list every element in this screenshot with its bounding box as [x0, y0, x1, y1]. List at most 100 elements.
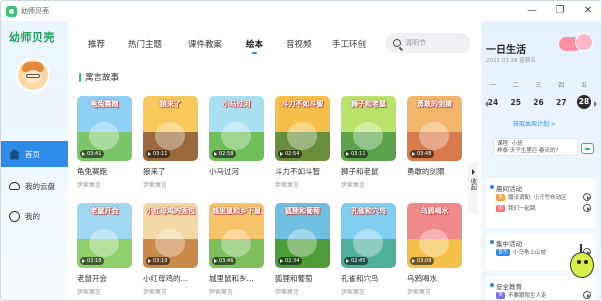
title-bar: 幼师贝壳 — ❐ ✕: [1, 1, 601, 21]
activity-title: 晨间活动: [496, 185, 522, 193]
book-cover[interactable]: 小马过河 02:58: [209, 96, 264, 161]
book-title[interactable]: 小马过河: [209, 166, 264, 177]
book-cover[interactable]: 龟兔赛跑 03:41: [77, 96, 132, 161]
search-box[interactable]: [385, 33, 470, 53]
day-number[interactable]: 27: [554, 98, 568, 109]
duration-badge: 03:19: [146, 257, 171, 265]
user-icon: [9, 210, 20, 222]
book-title[interactable]: 小红母鸡的...: [143, 273, 198, 284]
book-title[interactable]: 勇敢的剑猬: [407, 166, 462, 177]
duration-badge: 02:45: [344, 257, 369, 265]
activity-item[interactable]: 鱼魔法调配: 小汗竹布动区: [496, 193, 567, 201]
book-card[interactable]: 狐狸和葡萄 02:34 狐狸和葡萄伊索寓言: [275, 203, 330, 296]
edit-icon[interactable]: [581, 143, 594, 154]
duration-badge: 03:11: [344, 150, 369, 158]
minimize-icon[interactable]: —: [525, 4, 539, 18]
day-number-selected[interactable]: 28: [577, 95, 591, 109]
restore-icon[interactable]: ❐: [553, 4, 567, 18]
book-card[interactable]: 城里鼠和乡下鼠 03:46 城里鼠和乡... 伊索寓言: [209, 203, 264, 296]
section-title: 寓言故事: [79, 71, 119, 83]
panel-title: 一日生活: [486, 45, 526, 56]
duration-text: 03:41: [87, 151, 102, 157]
book-cover[interactable]: 孔雀和穴鸟 02:45: [341, 203, 396, 268]
book-cover[interactable]: 狮子和老鼠 03:11: [341, 96, 396, 161]
book-card[interactable]: 斗力不如斗智 02:54 斗力不如斗智 伊索寓言: [275, 96, 330, 189]
book-cover[interactable]: 勇敢的剑猬 03:48: [407, 96, 462, 161]
mascot-assistant[interactable]: [566, 244, 598, 284]
book-cover[interactable]: 狼来了 03:11: [143, 96, 198, 161]
book-title[interactable]: 乌鸦喝水: [407, 273, 462, 284]
day-number[interactable]: 24: [486, 98, 500, 109]
chevron-right-icon[interactable]: [594, 101, 597, 107]
sidebar-item-label: 首页: [25, 149, 40, 159]
activity-item[interactable]: 团我们一起跳: [496, 204, 536, 212]
cover-title: 乌鸦喝水: [420, 207, 449, 215]
duration-badge: 02:34: [278, 257, 303, 265]
cover-title: 孔雀和穴鸟: [351, 207, 386, 215]
activity-text: 小乌龟上山坡: [513, 250, 547, 256]
duration-text: 02:58: [219, 151, 234, 157]
cover-title: 狮子和老鼠: [351, 100, 386, 108]
play-icon: [148, 152, 151, 156]
search-input[interactable]: [405, 39, 465, 47]
activity-item[interactable]: 音乐 小乌龟上山坡: [496, 248, 546, 256]
book-card[interactable]: 勇敢的剑猬 03:48 勇敢的剑猬: [407, 96, 462, 180]
duration-text: 02:54: [285, 151, 300, 157]
book-cover[interactable]: 乌鸦喝水 03:09: [407, 203, 462, 268]
day-number[interactable]: 25: [509, 98, 523, 109]
activity-card[interactable]: 晨间活动鱼魔法调配: 小汗竹布动区团我们一起跳: [486, 178, 596, 228]
play-icon: [82, 259, 85, 263]
collapse-panel-button[interactable]: 收起: [468, 163, 478, 213]
tab-audio-video[interactable]: 音视频: [286, 38, 312, 50]
book-card[interactable]: 孔雀和穴鸟 02:45 孔雀和穴鸟 伊索寓言: [341, 203, 396, 296]
tab-courseware[interactable]: 课件教案: [188, 38, 222, 50]
book-card[interactable]: 小红母鸡的面包 03:19 小红母鸡的... 伊索寓言: [143, 203, 198, 296]
sidebar-item-me[interactable]: 我的: [1, 203, 68, 229]
play-icon: [280, 259, 283, 263]
tab-picture-books[interactable]: 绘本: [246, 38, 263, 54]
book-cover[interactable]: 小红母鸡的面包 03:19: [143, 203, 198, 268]
home-icon: [9, 149, 20, 160]
book-card[interactable]: 小马过河 02:58 小马过河: [209, 96, 264, 180]
book-publisher: 伊索寓言: [77, 289, 102, 296]
book-cover[interactable]: 狐狸和葡萄 02:34: [275, 203, 330, 268]
duration-badge: 03:11: [146, 150, 171, 158]
book-card[interactable]: 老鼠开会 03:18 老鼠开会伊索寓言: [77, 203, 132, 296]
book-title[interactable]: 老鼠开会: [77, 273, 132, 284]
duration-text: 02:34: [285, 258, 300, 264]
book-card[interactable]: 狼来了 03:11 狼来了 伊索寓言: [143, 96, 198, 189]
lesson-chip[interactable]: 课程: 小班 林泰·天子生里巨·春天的?: [493, 138, 578, 156]
sidebar-item-cloud[interactable]: 我的云盘: [1, 173, 68, 199]
book-publisher: 伊索寓言: [275, 289, 300, 296]
book-cover[interactable]: 城里鼠和乡下鼠 03:46: [209, 203, 264, 268]
book-title[interactable]: 斗力不如斗智: [275, 166, 330, 177]
play-circle-icon[interactable]: [583, 204, 591, 212]
tab-handcraft[interactable]: 手工环创: [332, 38, 366, 50]
main-content: 推荐 热门主题 课件教案 绘本 音视频 手工环创 寓言故事 龟兔赛跑03:41龟…: [68, 21, 478, 300]
day-number[interactable]: 26: [532, 98, 546, 109]
weekly-plan-link[interactable]: 获取本周计划 >: [513, 119, 556, 128]
book-title[interactable]: 狮子和老鼠: [341, 166, 396, 177]
activity-tag: 安: [496, 291, 506, 299]
tab-recommend[interactable]: 推荐: [88, 38, 105, 50]
avatar[interactable]: [16, 58, 50, 92]
section-marker: [79, 72, 81, 82]
activity-item[interactable]: 安不要跟陌生人走: [496, 291, 547, 299]
book-title[interactable]: 孔雀和穴鸟: [341, 273, 396, 284]
play-circle-icon[interactable]: [583, 193, 591, 201]
sidebar-item-home[interactable]: 首页: [1, 141, 68, 167]
book-card[interactable]: 龟兔赛跑 03:41 龟兔赛跑 伊索寓言: [77, 96, 132, 189]
book-title[interactable]: 狼来了: [143, 166, 198, 177]
play-circle-icon[interactable]: [583, 291, 591, 299]
tab-hot-topics[interactable]: 热门主题: [128, 38, 162, 50]
duration-badge: 03:18: [80, 257, 105, 265]
book-title[interactable]: 城里鼠和乡...: [209, 273, 264, 284]
close-icon[interactable]: ✕: [581, 4, 595, 18]
book-card[interactable]: 狮子和老鼠 03:11 狮子和老鼠 伊索寓言: [341, 96, 396, 189]
book-cover[interactable]: 老鼠开会 03:18: [77, 203, 132, 268]
book-card[interactable]: 乌鸦喝水 03:09 乌鸦喝水 伊索寓言: [407, 203, 462, 296]
play-icon: [82, 152, 85, 156]
book-title[interactable]: 龟兔赛跑: [77, 166, 132, 177]
book-cover[interactable]: 斗力不如斗智 02:54: [275, 96, 330, 161]
book-title[interactable]: 狐狸和葡萄: [275, 273, 330, 284]
